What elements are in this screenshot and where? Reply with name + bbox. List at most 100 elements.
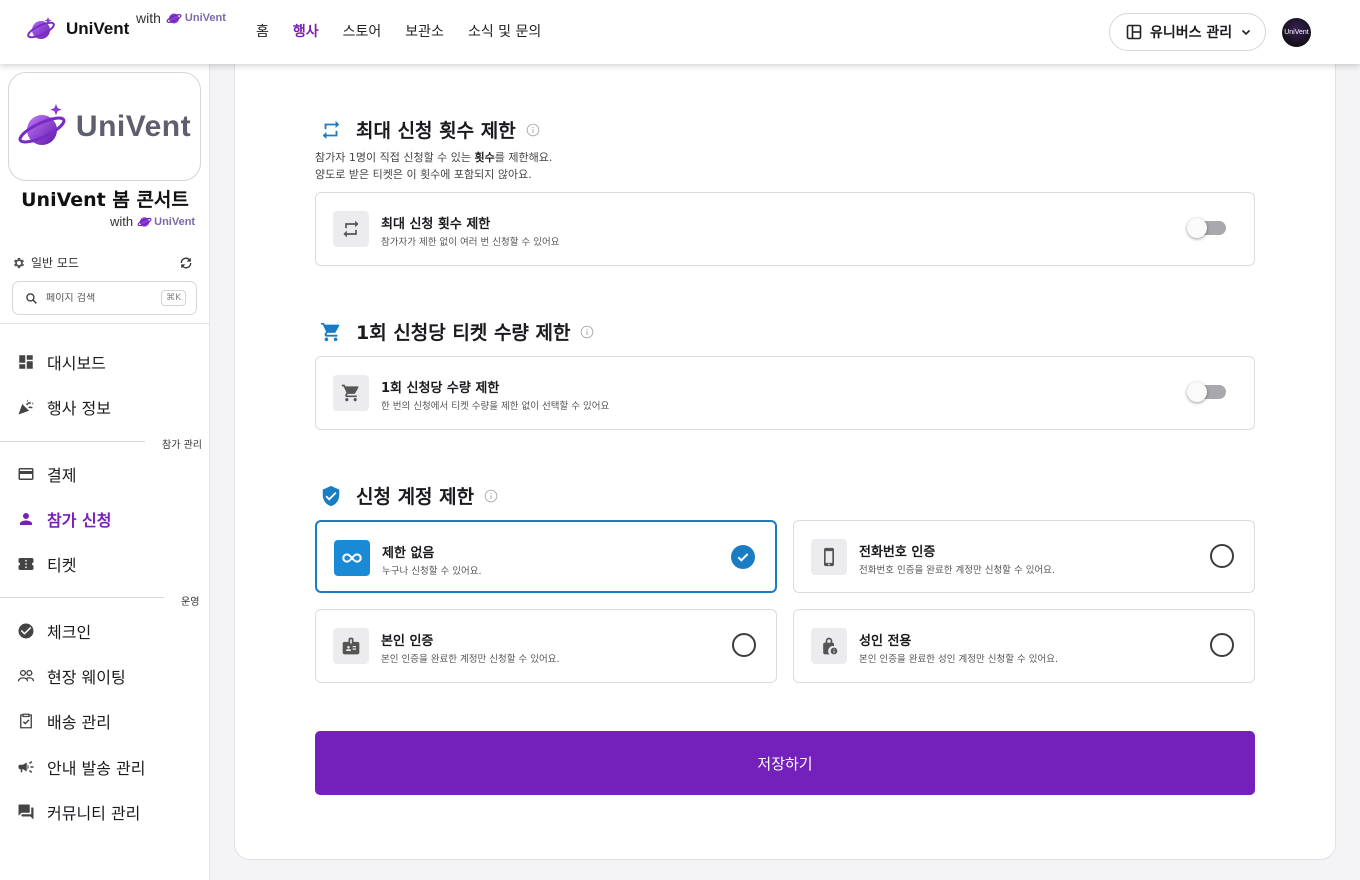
option-title: 최대 신청 횟수 제한 [381,217,491,232]
option-title: 1회 신청당 수량 제한 [381,381,500,396]
search-input[interactable] [46,292,151,304]
id-badge-icon [342,637,360,655]
sidebar-item-checkin[interactable]: 체크인 [0,611,209,651]
event-title: UniVent 봄 콘서트 [21,189,189,211]
nav-store[interactable]: 스토어 [343,21,382,41]
people-icon [17,669,35,682]
info-icon[interactable] [484,489,498,503]
account-option-identity-verification[interactable]: 본인 인증 본인 인증을 완료한 계정만 신청할 수 있어요. [315,609,777,683]
planet-mini-icon [137,217,152,227]
mode-row: 일반 모드 [12,254,194,271]
avatar-text: UniVent [1284,29,1309,36]
sidebar-item-label: 배송 관리 [47,713,111,732]
sidebar-item-dashboard[interactable]: 대시보드 [0,342,209,382]
planet-mini-icon [166,13,182,24]
brand-with-tag: with UniVent [136,10,226,26]
option-title: 전화번호 인증 [859,545,936,560]
info-icon[interactable] [526,123,540,137]
option-icon-box [333,211,369,247]
clipboard-check-icon [20,713,32,729]
option-subtitle: 본인 인증을 완료한 성인 계정만 신청할 수 있어요. [859,654,1058,665]
radio-unchecked-icon[interactable] [1210,633,1234,657]
section-header-ticket-quantity: 1회 신청당 티켓 수량 제한 [320,318,594,345]
sidebar-item-label: 결제 [47,466,77,485]
account-option-phone-verification[interactable]: 전화번호 인증 전화번호 인증을 완료한 계정만 신청할 수 있어요. [793,520,1255,593]
section-header-account-restriction: 신청 계정 제한 [320,482,498,509]
credit-card-icon [18,468,34,480]
section-header-max-applications: 최대 신청 횟수 제한 [320,116,540,143]
radio-unchecked-icon[interactable] [732,633,756,657]
sidebar-item-label: 티켓 [47,556,77,575]
search-icon [26,292,37,304]
shopping-cart-icon [341,384,359,402]
planet-logo-icon [18,103,66,145]
option-icon-box [811,628,847,664]
verified-shield-icon [322,485,340,506]
repeat-icon [322,120,340,139]
sidebar-item-ticket[interactable]: 티켓 [0,544,209,584]
description-line-2: 양도로 받은 티켓은 이 횟수에 포함되지 않아요. [315,168,532,181]
save-button[interactable]: 저장하기 [315,731,1255,795]
option-icon-box [811,539,847,575]
repeat-icon [343,220,359,238]
toggle-knob [1187,382,1207,402]
sidebar-item-notice[interactable]: 안내 발송 관리 [0,747,209,787]
option-subtitle: 전화번호 인증을 완료한 계정만 신청할 수 있어요. [859,565,1055,576]
sidebar-item-label: 행사 정보 [47,399,111,418]
ticket-icon [18,558,34,570]
option-icon-box [334,540,370,576]
ticket-quantity-option[interactable]: 1회 신청당 수량 제한 한 번의 신청에서 티켓 수량을 제한 없이 선택할 … [315,356,1255,430]
sidebar-item-waiting[interactable]: 현장 웨이팅 [0,656,209,696]
top-navigation-bar: UniVent with UniVent 홈 행사 스토어 보관소 소식 및 문… [0,0,1360,64]
sidebar-item-community[interactable]: 커뮤니티 관리 [0,792,209,832]
option-subtitle: 본인 인증을 완료한 계정만 신청할 수 있어요. [381,654,560,665]
sidebar-item-label: 안내 발송 관리 [47,759,146,778]
desc-bold: 횟수 [474,151,495,164]
universe-manage-button[interactable]: 유니버스 관리 [1109,13,1266,51]
sidebar-item-label: 대시보드 [47,354,106,373]
main-nav: 홈 행사 스토어 보관소 소식 및 문의 [256,21,541,41]
mode-label[interactable]: 일반 모드 [31,254,79,271]
brand-with-text: with [136,10,161,26]
brand-with-name: UniVent [184,12,226,24]
info-icon[interactable] [580,325,594,339]
planet-logo-icon [27,17,55,39]
section-divider [0,597,164,598]
search-shortcut-badge: ⌘K [161,290,186,306]
radio-unchecked-icon[interactable] [1210,544,1234,568]
page-search: ⌘K [12,281,197,315]
sidebar-item-label: 커뮤니티 관리 [47,804,141,823]
brand-logo[interactable]: UniVent [26,14,129,44]
nav-archive[interactable]: 보관소 [405,21,444,41]
dashboard-icon [19,355,33,369]
radio-checked-icon[interactable] [731,545,755,569]
sidebar-item-delivery[interactable]: 배송 관리 [0,701,209,741]
refresh-icon[interactable] [178,255,194,271]
option-title: 성인 전용 [859,634,912,649]
section-title: 최대 신청 횟수 제한 [356,120,516,142]
sidebar-item-label: 현장 웨이팅 [47,668,126,687]
sidebar-item-event-info[interactable]: 행사 정보 [0,387,209,427]
event-with-tag: with UniVent [110,214,195,229]
sidebar-item-payment[interactable]: 결제 [0,454,209,494]
section-title: 1회 신청당 티켓 수량 제한 [356,322,571,344]
toggle-knob [1187,218,1207,238]
sidebar-item-label: 체크인 [47,623,92,642]
section-divider [0,441,145,442]
sidebar-item-application[interactable]: 참가 신청 [0,499,209,539]
person-icon [20,513,32,525]
account-option-adult-only[interactable]: 성인 전용 본인 인증을 완료한 성인 계정만 신청할 수 있어요. [793,609,1255,683]
nav-event[interactable]: 행사 [293,21,319,41]
max-applications-option[interactable]: 최대 신청 횟수 제한 참가자가 제한 없이 여러 번 신청할 수 있어요 [315,192,1255,266]
max-applications-toggle[interactable] [1187,218,1226,238]
event-logo: UniVent [8,72,201,181]
event-with-name: UniVent [154,215,196,228]
nav-home[interactable]: 홈 [256,21,269,41]
account-option-no-restriction[interactable]: 제한 없음 누구나 신청할 수 있어요. [315,520,777,593]
universe-manage-label: 유니버스 관리 [1150,25,1233,41]
megaphone-icon [18,761,34,773]
ticket-quantity-toggle[interactable] [1187,382,1226,402]
nav-news-inquiry[interactable]: 소식 및 문의 [468,21,541,41]
forum-icon [18,804,34,820]
user-avatar[interactable]: UniVent [1282,18,1311,47]
